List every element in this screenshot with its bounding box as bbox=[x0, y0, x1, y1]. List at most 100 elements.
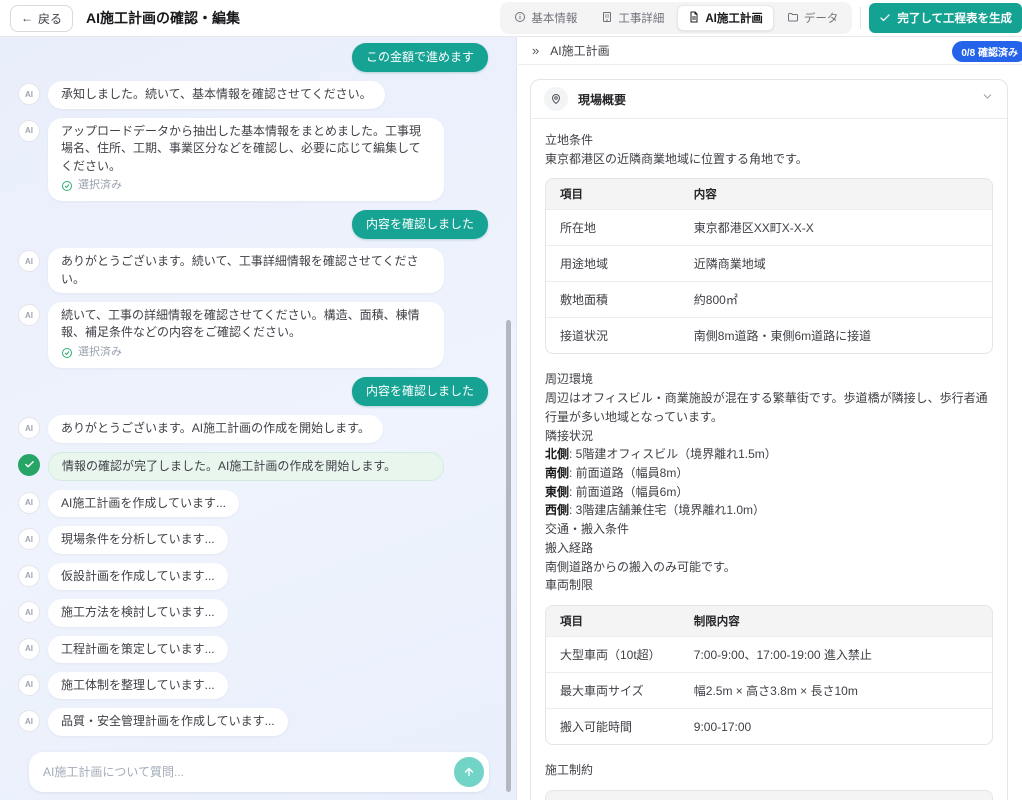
ai-avatar: AI bbox=[18, 710, 40, 732]
folder-icon bbox=[787, 11, 799, 26]
chevrons-right-icon[interactable]: » bbox=[532, 44, 539, 57]
back-arrow-icon: ← bbox=[21, 12, 33, 24]
text-line: 施工制約 bbox=[545, 761, 993, 780]
chat-message-ai: AI 続いて、工事の詳細情報を確認させてください。構造、面積、棟情報、補足条件な… bbox=[18, 302, 488, 368]
chat-message-ai: AI 承知しました。続いて、基本情報を確認させてください。 bbox=[18, 81, 488, 108]
selected-status: 選択済み bbox=[61, 178, 431, 194]
text-line: 搬入経路 bbox=[545, 539, 993, 558]
data-table: 項目内容 所在地東京都港区XX町X-X-X用途地域近隣商業地域敷地面積約800㎡… bbox=[545, 178, 993, 354]
user-message-bubble: この金額で進めます bbox=[352, 43, 488, 72]
ai-message-text: アップロードデータから抽出した基本情報をまとめました。工事現場名、住所、工期、事… bbox=[61, 123, 431, 175]
send-button[interactable] bbox=[454, 757, 484, 787]
selected-status-label: 選択済み bbox=[78, 178, 122, 194]
document-icon bbox=[688, 11, 700, 26]
text-line: 東側: 前面道路（幅員6m） bbox=[545, 483, 993, 502]
text-line: 周辺環境 bbox=[545, 370, 993, 389]
text-line: 北側: 5階建オフィスビル（境界離れ1.5m） bbox=[545, 445, 993, 464]
card-content: 立地条件東京都港区の近隣商業地域に位置する角地です。 項目内容 所在地東京都港区… bbox=[531, 119, 1007, 800]
step-tab-1[interactable]: 基本情報 bbox=[503, 5, 588, 31]
user-message-bubble: 内容を確認しました bbox=[352, 210, 488, 239]
ai-avatar: AI bbox=[18, 638, 40, 660]
header-divider bbox=[860, 7, 861, 29]
chat-message-ai: AI 施工体制を整理しています... bbox=[18, 672, 488, 699]
table-row: 搬入可能時間9:00-17:00 bbox=[546, 708, 992, 744]
chat-message-user: この金額で進めます bbox=[18, 43, 488, 72]
chat-message-user: 内容を確認しました bbox=[18, 210, 488, 239]
table-row: 大型車両（10t超）7:00-9:00、17:00-19:00 進入禁止 bbox=[546, 636, 992, 672]
ai-message-text: 施工方法を検討しています... bbox=[61, 604, 215, 621]
arrow-up-icon bbox=[462, 765, 476, 779]
ai-avatar: AI bbox=[18, 528, 40, 550]
selected-status-label: 選択済み bbox=[78, 345, 122, 361]
success-check-icon bbox=[18, 454, 40, 476]
chat-message-ai: AI 現場条件を分析しています... bbox=[18, 526, 488, 553]
top-header: ← 戻る AI施工計画の確認・編集 基本情報 工事詳細 AI施工計画 データ 完… bbox=[0, 0, 1022, 37]
info-icon bbox=[514, 11, 526, 26]
ai-message-bubble: 仮設計画を作成しています... bbox=[48, 563, 228, 590]
back-button[interactable]: ← 戻る bbox=[10, 5, 73, 32]
chat-input[interactable] bbox=[43, 765, 454, 779]
ai-avatar: AI bbox=[18, 120, 40, 142]
chat-panel: この金額で進めます AI 承知しました。続いて、基本情報を確認させてください。 … bbox=[0, 37, 517, 800]
chat-message-user: 内容を確認しました bbox=[18, 377, 488, 406]
ai-message-bubble: 続いて、工事の詳細情報を確認させてください。構造、面積、棟情報、補足条件などの内… bbox=[48, 302, 444, 368]
chat-message-ai: AI 品質・安全管理計画を作成しています... bbox=[18, 708, 488, 735]
ai-message-bubble: 承知しました。続いて、基本情報を確認させてください。 bbox=[48, 81, 385, 108]
check-circle-icon bbox=[61, 347, 73, 359]
data-table: 項目制限内容 大型車両（10t超）7:00-9:00、17:00-19:00 進… bbox=[545, 605, 993, 745]
ai-message-bubble: 品質・安全管理計画を作成しています... bbox=[48, 708, 288, 735]
site-overview-card-header[interactable]: 現場概要 bbox=[531, 80, 1007, 119]
site-overview-card: 現場概要 立地条件東京都港区の近隣商業地域に位置する角地です。 項目内容 所在地… bbox=[530, 79, 1008, 800]
step-tab-3[interactable]: AI施工計画 bbox=[677, 5, 774, 31]
text-line: 周辺はオフィスビル・商業施設が混在する繁華街です。歩道橋が隣接し、歩行者通行量が… bbox=[545, 389, 993, 426]
ai-message-text: 現場条件を分析しています... bbox=[61, 531, 215, 548]
ai-message-bubble: 工程計画を策定しています... bbox=[48, 636, 228, 663]
text-block: 周辺環境周辺はオフィスビル・商業施設が混在する繁華街です。歩道橋が隣接し、歩行者… bbox=[545, 370, 993, 595]
chat-message-ai: AI ありがとうございます。AI施工計画の作成を開始します。 bbox=[18, 415, 488, 442]
ai-message-text: ありがとうございます。続いて、工事詳細情報を確認させてください。 bbox=[61, 253, 431, 288]
back-button-label: 戻る bbox=[38, 10, 62, 27]
selected-status: 選択済み bbox=[61, 345, 431, 361]
text-line: 南側: 前面道路（幅員8m） bbox=[545, 464, 993, 483]
ai-message-text: ありがとうございます。AI施工計画の作成を開始します。 bbox=[61, 420, 370, 437]
table-row: 接道状況南側8m道路・東側6m道路に接道 bbox=[546, 317, 992, 353]
chat-message-ai: AI AI施工計画を作成しています... bbox=[18, 490, 488, 517]
text-line: 南側道路からの搬入のみ可能です。 bbox=[545, 558, 993, 577]
chat-message-success: 情報の確認が完了しました。AI施工計画の作成を開始します。 bbox=[18, 452, 488, 481]
ai-message-text: 仮設計画を作成しています... bbox=[61, 568, 215, 585]
step-tab-label: 基本情報 bbox=[531, 10, 577, 26]
chat-message-ai: AI アップロードデータから抽出した基本情報をまとめました。工事現場名、住所、工… bbox=[18, 118, 488, 201]
step-tab-label: データ bbox=[804, 10, 839, 26]
ai-message-bubble: 現場条件を分析しています... bbox=[48, 526, 228, 553]
ai-message-bubble: ありがとうございます。続いて、工事詳細情報を確認させてください。 bbox=[48, 248, 444, 293]
text-block: 立地条件東京都港区の近隣商業地域に位置する角地です。 bbox=[545, 131, 993, 168]
ai-avatar: AI bbox=[18, 492, 40, 514]
complete-generate-button[interactable]: 完了して工程表を生成 bbox=[869, 3, 1022, 33]
text-line: 交通・搬入条件 bbox=[545, 520, 993, 539]
check-circle-icon bbox=[61, 180, 73, 192]
step-tab-4[interactable]: データ bbox=[776, 5, 850, 31]
ai-message-text: 承知しました。続いて、基本情報を確認させてください。 bbox=[61, 86, 372, 103]
text-line: 立地条件 bbox=[545, 131, 993, 150]
table-row: 所在地東京都港区XX町X-X-X bbox=[546, 209, 992, 245]
text-line: 車両制限 bbox=[545, 576, 993, 595]
ai-message-text: 工程計画を策定しています... bbox=[61, 641, 215, 658]
chat-scrollbar[interactable] bbox=[506, 320, 511, 792]
text-line: 東京都港区の近隣商業地域に位置する角地です。 bbox=[545, 150, 993, 169]
table-header-row: 項目規制値 bbox=[546, 791, 992, 800]
chevron-down-icon[interactable] bbox=[981, 90, 994, 108]
step-tab-group: 基本情報 工事詳細 AI施工計画 データ bbox=[500, 2, 852, 34]
ai-message-text: 施工体制を整理しています... bbox=[61, 677, 215, 694]
chat-message-ai: AI 仮設計画を作成しています... bbox=[18, 563, 488, 590]
step-tab-label: AI施工計画 bbox=[705, 10, 763, 26]
ai-message-bubble: 施工体制を整理しています... bbox=[48, 672, 228, 699]
chat-input-bar bbox=[29, 752, 489, 792]
table-row: 敷地面積約800㎡ bbox=[546, 281, 992, 317]
text-line: 西側: 3階建店舗兼住宅（境界離れ1.0m） bbox=[545, 501, 993, 520]
preview-title: AI施工計画 bbox=[550, 42, 609, 59]
step-tab-label: 工事詳細 bbox=[618, 10, 664, 26]
ai-message-text: 続いて、工事の詳細情報を確認させてください。構造、面積、棟情報、補足条件などの内… bbox=[61, 307, 431, 342]
step-tab-2[interactable]: 工事詳細 bbox=[590, 5, 675, 31]
ai-message-bubble: アップロードデータから抽出した基本情報をまとめました。工事現場名、住所、工期、事… bbox=[48, 118, 444, 201]
data-table: 項目規制値 騒音規制65dB以下振動規制70dB以下作業時間8:00-18:00… bbox=[545, 790, 993, 800]
